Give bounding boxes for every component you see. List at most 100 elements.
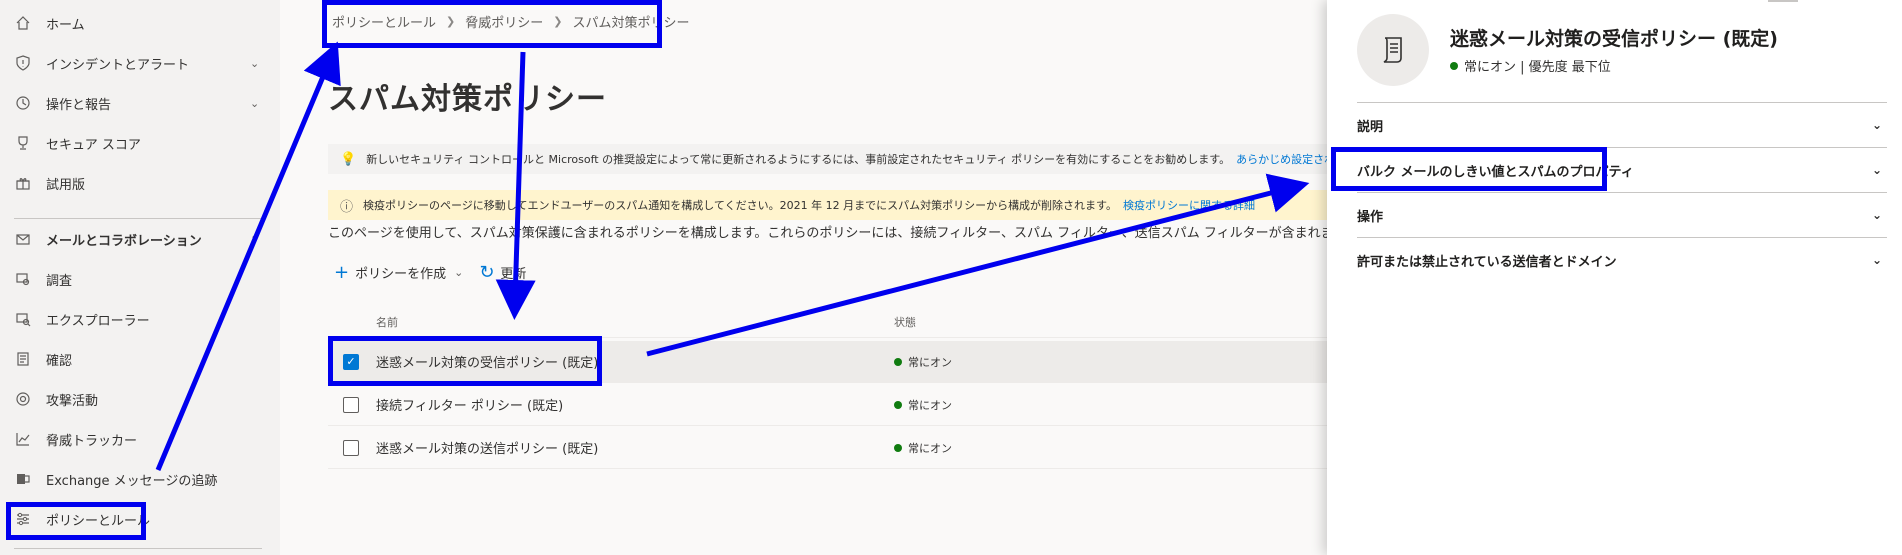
nav-policies-rules-label: ポリシーとルール xyxy=(46,513,151,529)
row-name[interactable]: 迷惑メール対策の送信ポリシー (既定) xyxy=(376,438,598,457)
sliders-icon xyxy=(14,510,32,528)
chevron-right-icon: ❯ xyxy=(446,15,456,28)
warning-message-text: 検疫ポリシーのページに移動してエンドユーザーのスパム通知を構成してください。20… xyxy=(363,199,1117,212)
column-header-status[interactable]: 状態 xyxy=(894,314,916,330)
info-message-text: 新しいセキュリティ コントロールと Microsoft の推奨設定によって常に更… xyxy=(366,153,1231,166)
row-name[interactable]: 接続フィルター ポリシー (既定) xyxy=(376,395,563,414)
table-row[interactable]: ✓ 迷惑メール対策の受信ポリシー (既定) 常にオン xyxy=(328,341,1328,383)
warning-message-link[interactable]: 検疫ポリシーに関する詳細 xyxy=(1123,197,1255,213)
nav-campaigns[interactable]: 攻撃活動 xyxy=(0,383,270,415)
row-status: 常にオン xyxy=(894,440,952,456)
nav-secure-score[interactable]: セキュア スコア xyxy=(0,127,270,159)
nav-campaigns-label: 攻撃活動 xyxy=(46,393,99,409)
table-row[interactable]: 迷惑メール対策の送信ポリシー (既定) 常にオン xyxy=(328,427,1328,469)
nav-review[interactable]: 確認 xyxy=(0,343,270,375)
row-status-text: 常にオン xyxy=(908,441,952,455)
row-checkbox[interactable] xyxy=(343,396,359,413)
row-checkbox[interactable] xyxy=(343,439,359,456)
table-row[interactable]: 接続フィルター ポリシー (既定) 常にオン xyxy=(328,384,1328,426)
nav-policies-rules[interactable]: ポリシーとルール xyxy=(0,503,270,535)
mail-icon xyxy=(14,230,32,248)
breadcrumb: ポリシーとルール ❯ 脅威ポリシー ❯ スパム対策ポリシー xyxy=(332,12,689,31)
plus-icon: + xyxy=(334,262,350,283)
warning-message-bar: ⓘ 検疫ポリシーのページに移動してエンドユーザーのスパム通知を構成してください。… xyxy=(328,190,1328,220)
nav-incidents[interactable]: インシデントとアラート ⌄ xyxy=(0,47,270,79)
nav-divider xyxy=(14,548,262,549)
flyout-title: 迷惑メール対策の受信ポリシー (既定) xyxy=(1450,28,1778,50)
gift-icon xyxy=(14,174,32,192)
nav-actions-reports-label: 操作と報告 xyxy=(46,97,112,113)
lightbulb-icon: 💡 xyxy=(340,151,357,167)
section-actions-label: 操作 xyxy=(1357,209,1384,225)
section-actions[interactable]: 操作 ⌄ xyxy=(1357,192,1887,237)
chevron-up-icon: ⌃ xyxy=(250,232,260,246)
chevron-right-icon: ❯ xyxy=(553,15,563,28)
campaign-icon xyxy=(14,390,32,408)
chevron-down-icon: ⌄ xyxy=(1871,253,1883,267)
section-bulk-spam-properties[interactable]: バルク メールのしきい値とスパムのプロパティ ⌄ xyxy=(1357,147,1887,192)
chevron-down-icon: ⌄ xyxy=(1871,208,1883,222)
page-description: このページを使用して、スパム対策保護に含まれるポリシーを構成します。これらのポリ… xyxy=(328,226,1328,241)
nav-investigations-label: 調査 xyxy=(46,273,73,289)
refresh-icon: ↻ xyxy=(479,262,495,283)
nav-explorer[interactable]: エクスプローラー xyxy=(0,303,270,335)
column-header-name[interactable]: 名前 xyxy=(376,314,398,330)
nav-exchange-trace-label: Exchange メッセージの追跡 xyxy=(46,473,218,489)
chevron-down-icon: ⌄ xyxy=(1871,163,1883,177)
nav-secure-score-label: セキュア スコア xyxy=(46,137,141,153)
nav-investigations[interactable]: 調査 xyxy=(0,263,270,295)
nav-email-collab[interactable]: メールとコラボレーション ⌃ xyxy=(0,223,270,255)
nav-threat-tracker[interactable]: 脅威トラッカー xyxy=(0,423,270,455)
section-description-label: 説明 xyxy=(1357,119,1384,135)
status-dot-icon xyxy=(894,357,902,366)
create-policy-label: ポリシーを作成 xyxy=(355,267,447,282)
explorer-icon xyxy=(14,310,32,328)
history-icon xyxy=(14,94,32,112)
nav-review-label: 確認 xyxy=(46,353,73,369)
breadcrumb-threat-policies[interactable]: 脅威ポリシー xyxy=(465,12,543,31)
info-message-bar: 💡 新しいセキュリティ コントロールと Microsoft の推奨設定によって常… xyxy=(328,144,1328,174)
chevron-down-icon: ⌄ xyxy=(250,56,260,70)
nav-divider xyxy=(14,218,262,219)
row-checkbox[interactable]: ✓ xyxy=(343,353,359,370)
refresh-button[interactable]: ↻ 更新 xyxy=(479,262,526,283)
status-dot-icon xyxy=(894,443,902,452)
chevron-down-icon: ⌄ xyxy=(454,266,464,279)
refresh-label: 更新 xyxy=(500,267,527,282)
info-message-link[interactable]: あらかじめ設定されたセキュリティ ポリシーを xyxy=(1236,151,1328,167)
create-policy-button[interactable]: + ポリシーを作成 ⌄ xyxy=(334,262,463,283)
nav-email-collab-label: メールとコラボレーション xyxy=(46,233,202,249)
exchange-icon xyxy=(14,470,32,488)
section-allowed-blocked[interactable]: 許可または禁止されている送信者とドメイン ⌄ xyxy=(1357,237,1887,282)
status-dot-icon xyxy=(894,400,902,409)
nav-home-label: ホーム xyxy=(46,17,85,33)
nav-trials[interactable]: 試用版 xyxy=(0,167,270,199)
nav-explorer-label: エクスプローラー xyxy=(46,313,150,329)
investigation-icon xyxy=(14,270,32,288)
nav-home[interactable]: ホーム xyxy=(0,7,270,39)
row-status-text: 常にオン xyxy=(908,398,952,412)
nav-actions-reports[interactable]: 操作と報告 ⌄ xyxy=(0,87,270,119)
chevron-down-icon: ⌄ xyxy=(1871,118,1883,132)
page-title: スパム対策ポリシー xyxy=(328,82,607,117)
row-status: 常にオン xyxy=(894,354,952,370)
chevron-down-icon: ⌄ xyxy=(250,96,260,110)
review-icon xyxy=(14,350,32,368)
flyout-subtitle: 常にオン | 優先度 最下位 xyxy=(1450,56,1611,75)
breadcrumb-anti-spam: スパム対策ポリシー xyxy=(572,16,690,31)
row-status-text: 常にオン xyxy=(908,355,952,369)
info-icon: ⓘ xyxy=(340,199,354,215)
trophy-icon xyxy=(14,134,32,152)
row-status: 常にオン xyxy=(894,397,952,413)
section-bulk-spam-label: バルク メールのしきい値とスパムのプロパティ xyxy=(1357,164,1634,180)
breadcrumb-policies-rules[interactable]: ポリシーとルール xyxy=(332,12,436,31)
flyout-subtitle-text: 常にオン | 優先度 最下位 xyxy=(1464,60,1611,75)
row-name[interactable]: 迷惑メール対策の受信ポリシー (既定) xyxy=(376,352,598,371)
left-nav: ホーム インシデントとアラート ⌄ 操作と報告 ⌄ セキュア スコア 試用版 メ… xyxy=(0,0,280,555)
section-description[interactable]: 説明 ⌄ xyxy=(1357,102,1887,147)
nav-threat-tracker-label: 脅威トラッカー xyxy=(46,433,138,449)
policy-document-icon xyxy=(1357,14,1429,86)
chart-icon xyxy=(14,430,32,448)
nav-incidents-label: インシデントとアラート xyxy=(46,57,190,73)
nav-exchange-trace[interactable]: Exchange メッセージの追跡 xyxy=(0,463,270,495)
